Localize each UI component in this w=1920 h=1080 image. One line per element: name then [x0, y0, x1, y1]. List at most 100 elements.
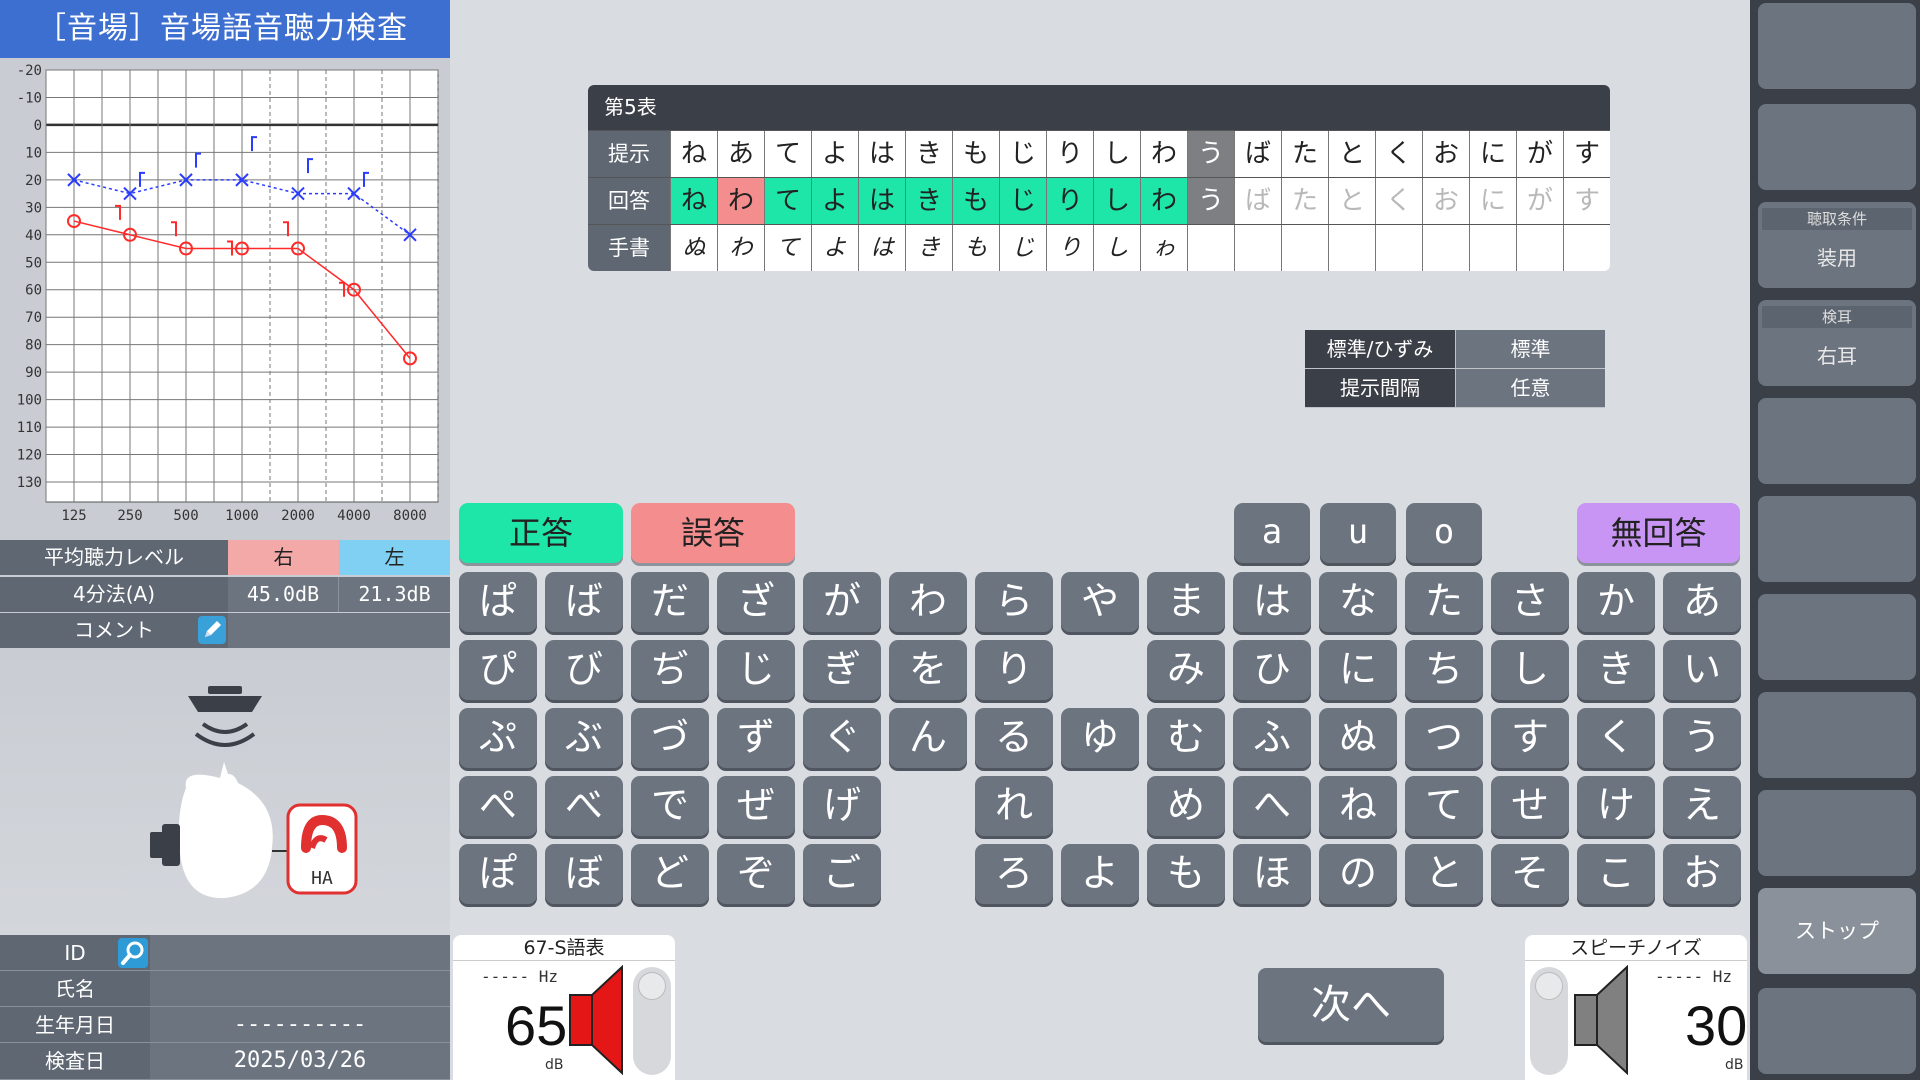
speech-slider-knob[interactable]	[638, 972, 666, 1000]
kana-key[interactable]: ひ	[1233, 640, 1311, 700]
kana-key[interactable]: げ	[803, 776, 881, 836]
next-button[interactable]: 次へ	[1258, 968, 1444, 1042]
kana-key[interactable]: ね	[1319, 776, 1397, 836]
vowel-o-button[interactable]: o	[1406, 503, 1482, 563]
kana-key[interactable]: ぴ	[459, 640, 537, 700]
kana-key[interactable]: か	[1577, 572, 1655, 632]
kana-key[interactable]: つ	[1405, 708, 1483, 768]
stop-button[interactable]: ストップ	[1758, 888, 1916, 974]
kana-key[interactable]: ぢ	[631, 640, 709, 700]
kana-key[interactable]: ぬ	[1319, 708, 1397, 768]
kana-key[interactable]: を	[889, 640, 967, 700]
kana-key[interactable]: す	[1491, 708, 1569, 768]
kana-key[interactable]: と	[1405, 844, 1483, 904]
correct-button[interactable]: 正答	[459, 503, 623, 563]
kana-key[interactable]: お	[1663, 844, 1741, 904]
kana-key[interactable]: が	[803, 572, 881, 632]
kana-key[interactable]: ご	[803, 844, 881, 904]
kana-key[interactable]: や	[1061, 572, 1139, 632]
vowel-u-button[interactable]: u	[1320, 503, 1396, 563]
kana-key[interactable]: さ	[1491, 572, 1569, 632]
kana-key[interactable]: ぷ	[459, 708, 537, 768]
kana-key[interactable]: り	[975, 640, 1053, 700]
kana-key[interactable]: ぼ	[545, 844, 623, 904]
sidebar-button-2[interactable]	[1758, 104, 1916, 190]
kana-key[interactable]: あ	[1663, 572, 1741, 632]
sidebar-button-1[interactable]	[1758, 3, 1916, 89]
kana-key[interactable]: れ	[975, 776, 1053, 836]
mode-value[interactable]: 標準	[1455, 330, 1605, 368]
kana-key[interactable]: ん	[889, 708, 967, 768]
sidebar-button-9[interactable]	[1758, 790, 1916, 876]
kana-key[interactable]: き	[1577, 640, 1655, 700]
kana-key[interactable]: ぎ	[803, 640, 881, 700]
kana-key[interactable]: な	[1319, 572, 1397, 632]
kana-key[interactable]: だ	[631, 572, 709, 632]
wrong-button[interactable]: 誤答	[631, 503, 795, 563]
noise-slider-knob[interactable]	[1535, 972, 1563, 1000]
exam-date-value[interactable]: 2025/03/26	[150, 1043, 450, 1079]
kana-key[interactable]: の	[1319, 844, 1397, 904]
kana-key[interactable]: ぞ	[717, 844, 795, 904]
patient-birth-value[interactable]: ----------	[150, 1007, 450, 1042]
kana-key[interactable]: づ	[631, 708, 709, 768]
sidebar-button-7[interactable]	[1758, 594, 1916, 680]
kana-key[interactable]: ろ	[975, 844, 1053, 904]
kana-key[interactable]: た	[1405, 572, 1483, 632]
kana-key[interactable]: ぜ	[717, 776, 795, 836]
kana-key[interactable]: ぐ	[803, 708, 881, 768]
comment-value[interactable]	[228, 613, 450, 648]
kana-key[interactable]: ど	[631, 844, 709, 904]
kana-key[interactable]: て	[1405, 776, 1483, 836]
kana-key[interactable]: よ	[1061, 844, 1139, 904]
kana-key[interactable]: は	[1233, 572, 1311, 632]
no-answer-button[interactable]: 無回答	[1577, 503, 1740, 563]
kana-key[interactable]: せ	[1491, 776, 1569, 836]
kana-key[interactable]: で	[631, 776, 709, 836]
kana-key[interactable]: め	[1147, 776, 1225, 836]
kana-key[interactable]: る	[975, 708, 1053, 768]
kana-key[interactable]: ぽ	[459, 844, 537, 904]
kana-key[interactable]: こ	[1577, 844, 1655, 904]
kana-key[interactable]: ま	[1147, 572, 1225, 632]
kana-key[interactable]: ほ	[1233, 844, 1311, 904]
patient-name-value[interactable]	[150, 971, 450, 1006]
kana-key[interactable]: へ	[1233, 776, 1311, 836]
kana-key[interactable]: う	[1663, 708, 1741, 768]
kana-key[interactable]: び	[545, 640, 623, 700]
kana-key[interactable]: ふ	[1233, 708, 1311, 768]
kana-key[interactable]: ぱ	[459, 572, 537, 632]
vowel-a-button[interactable]: a	[1234, 503, 1310, 563]
kana-key[interactable]: べ	[545, 776, 623, 836]
kana-key[interactable]: ぺ	[459, 776, 537, 836]
interval-value[interactable]: 任意	[1455, 369, 1605, 407]
kana-key[interactable]: そ	[1491, 844, 1569, 904]
kana-key[interactable]: い	[1663, 640, 1741, 700]
kana-key[interactable]: ら	[975, 572, 1053, 632]
patient-id-value[interactable]	[150, 935, 450, 970]
kana-key[interactable]: み	[1147, 640, 1225, 700]
kana-key[interactable]: え	[1663, 776, 1741, 836]
kana-key[interactable]: し	[1491, 640, 1569, 700]
kana-key[interactable]: わ	[889, 572, 967, 632]
kana-key[interactable]: む	[1147, 708, 1225, 768]
sidebar-button-6[interactable]	[1758, 496, 1916, 582]
kana-key[interactable]: く	[1577, 708, 1655, 768]
kana-key[interactable]: ず	[717, 708, 795, 768]
sidebar-button-5[interactable]	[1758, 398, 1916, 484]
sidebar-button-8[interactable]	[1758, 692, 1916, 778]
kana-key[interactable]: け	[1577, 776, 1655, 836]
kana-key[interactable]: ゆ	[1061, 708, 1139, 768]
listening-condition-button[interactable]: 聴取条件 装用	[1758, 202, 1916, 288]
speech-slider[interactable]	[633, 967, 671, 1075]
sidebar-button-11[interactable]	[1758, 988, 1916, 1074]
edit-comment-icon[interactable]	[198, 616, 226, 644]
kana-key[interactable]: ば	[545, 572, 623, 632]
noise-slider[interactable]	[1530, 967, 1568, 1075]
test-ear-button[interactable]: 検耳 右耳	[1758, 300, 1916, 386]
kana-key[interactable]: ち	[1405, 640, 1483, 700]
kana-key[interactable]: に	[1319, 640, 1397, 700]
kana-key[interactable]: も	[1147, 844, 1225, 904]
kana-key[interactable]: ざ	[717, 572, 795, 632]
search-icon[interactable]	[118, 938, 148, 968]
